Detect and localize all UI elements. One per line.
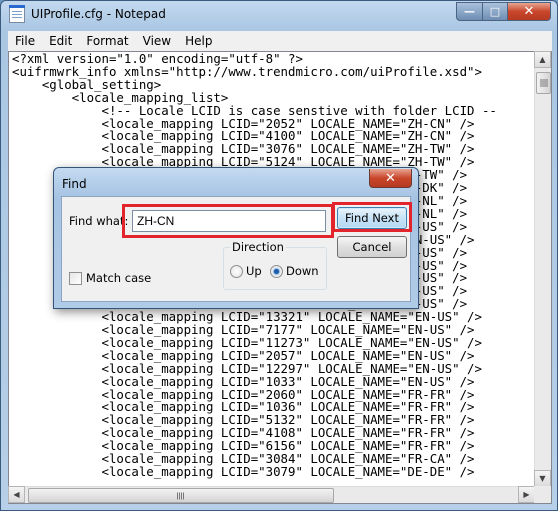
menu-view[interactable]: View [136,31,178,51]
menu-file[interactable]: File [8,31,42,51]
scroll-left-button[interactable]: ◀ [8,486,25,503]
grip-icon [177,492,185,499]
notepad-icon [9,5,25,23]
find-what-label: Find what: [69,214,129,228]
scrollbar-corner [534,486,551,503]
vertical-scroll-thumb[interactable] [536,72,551,94]
find-dialog: Find ✕ Find what: Find Next Cancel Direc… [53,167,419,309]
cancel-button[interactable]: Cancel [337,236,407,258]
caption-buttons: — □ ✕ [456,2,551,21]
horizontal-scroll-thumb[interactable] [28,488,334,503]
minimize-button[interactable]: — [456,2,482,21]
find-next-button[interactable]: Find Next [337,207,407,229]
match-case-label: Match case [86,271,152,285]
grip-icon [539,79,548,87]
horizontal-scrollbar[interactable]: ◀ ▶ [8,486,535,503]
direction-label: Direction [230,240,286,254]
down-radio[interactable] [270,265,283,278]
scroll-right-button[interactable]: ▶ [518,486,535,503]
scroll-up-button[interactable]: ▲ [534,51,551,68]
up-label: Up [246,264,262,278]
dialog-title: Find [62,177,87,191]
menu-help[interactable]: Help [178,31,219,51]
dialog-close-button[interactable]: ✕ [369,169,412,188]
direction-group: Direction Up Down [223,240,327,290]
window-title: UIProfile.cfg - Notepad [31,7,166,21]
up-radio[interactable] [230,265,243,278]
maximize-button[interactable]: □ [482,2,508,21]
scroll-down-button[interactable]: ▼ [534,470,551,487]
match-case-checkbox[interactable] [69,272,82,285]
down-label: Down [286,264,319,278]
close-button[interactable]: ✕ [508,2,551,21]
find-what-input[interactable] [132,210,326,232]
menu-format[interactable]: Format [79,31,135,51]
vertical-scrollbar[interactable]: ▲ ▼ [534,51,551,487]
menu-bar: File Edit Format View Help [8,31,552,51]
text-line: <locale_mapping LCID="3079" LOCALE_NAME=… [12,464,475,479]
dialog-body: Find what: Find Next Cancel Direction Up… [61,196,412,302]
title-bar[interactable]: UIProfile.cfg - Notepad — □ ✕ [1,1,557,29]
menu-edit[interactable]: Edit [42,31,79,51]
